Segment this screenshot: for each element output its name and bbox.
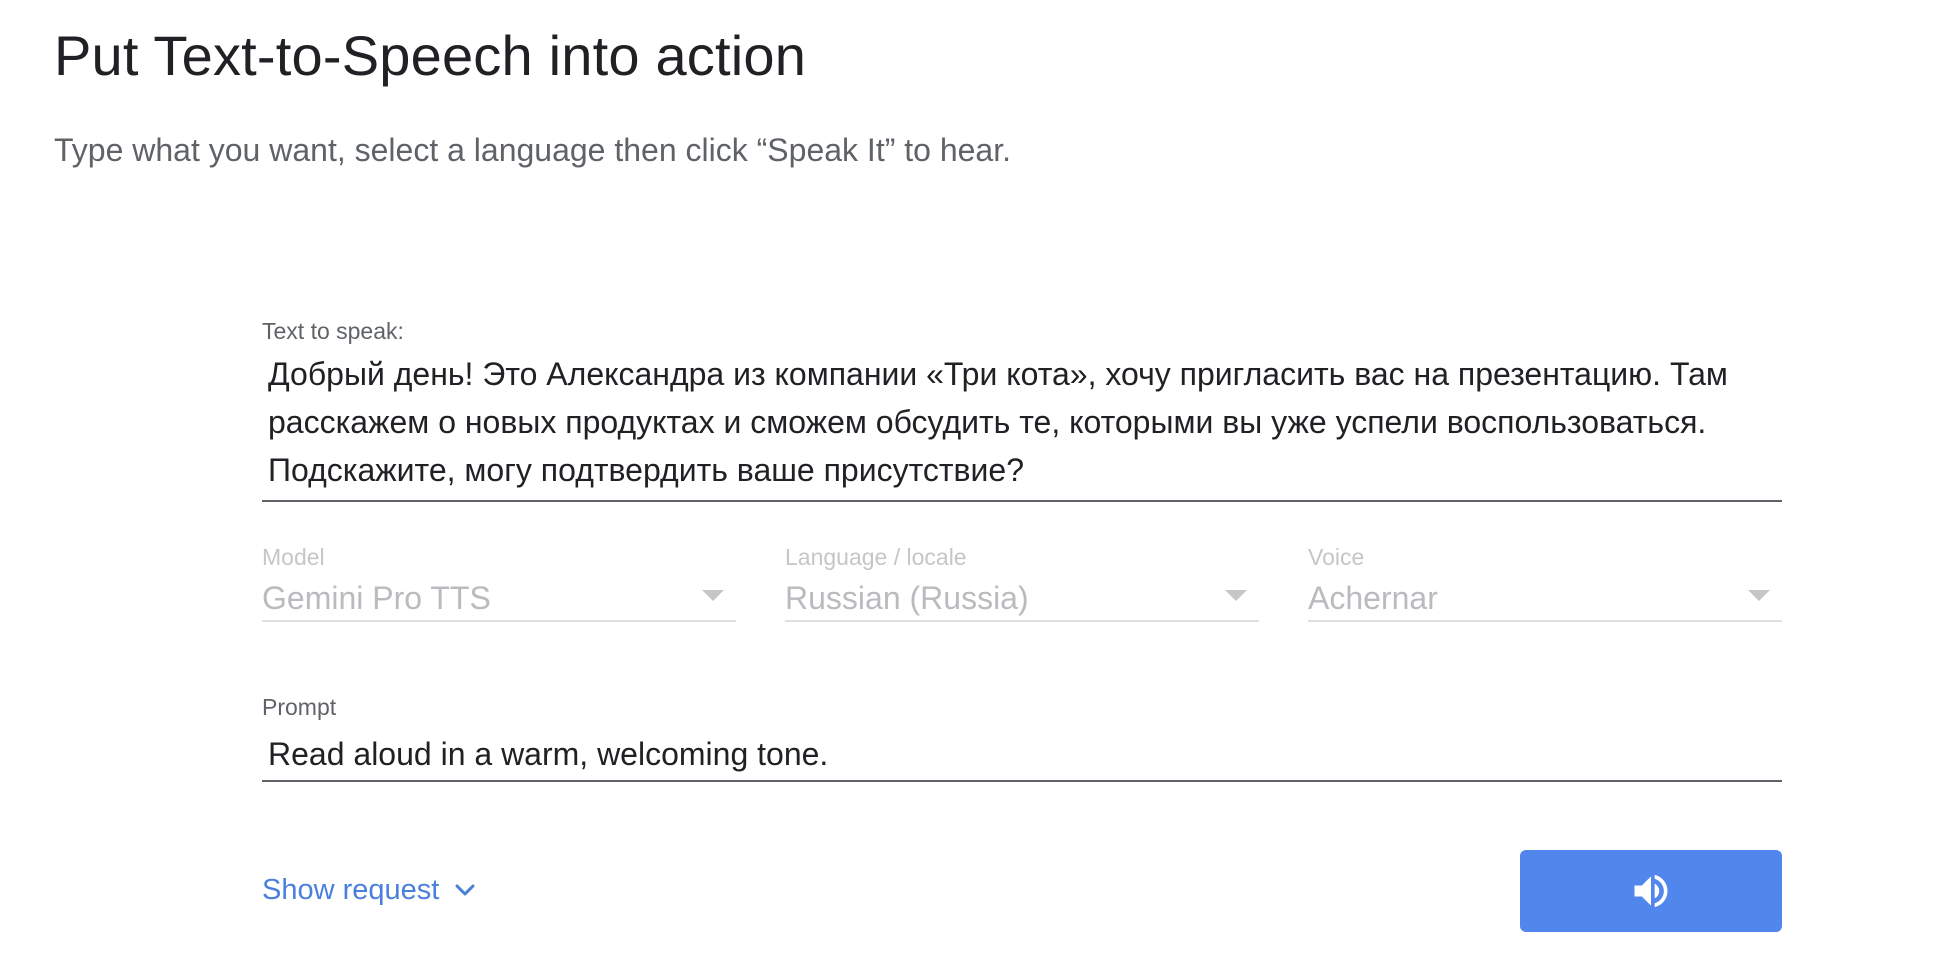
model-value[interactable]: Gemini Pro TTS xyxy=(262,578,491,618)
text-to-speak-input[interactable]: Добрый день! Это Александра из компании … xyxy=(262,350,1782,502)
voice-select-box[interactable]: Achernar xyxy=(1308,578,1782,622)
page-title: Put Text-to-Speech into action xyxy=(54,24,807,87)
model-label: Model xyxy=(262,544,325,570)
model-select[interactable]: Model Gemini Pro TTS xyxy=(262,542,736,622)
language-select-box[interactable]: Russian (Russia) xyxy=(785,578,1259,622)
dropdown-arrow-icon[interactable] xyxy=(1748,590,1770,601)
chevron-down-icon[interactable] xyxy=(453,878,477,902)
prompt-value[interactable]: Read aloud in a warm, welcoming tone. xyxy=(268,732,1782,776)
voice-select[interactable]: Voice Achernar xyxy=(1308,542,1782,622)
prompt-field: Prompt Read aloud in a warm, welcoming t… xyxy=(262,692,1782,782)
voice-label: Voice xyxy=(1308,544,1365,570)
prompt-input[interactable]: Read aloud in a warm, welcoming tone. xyxy=(262,732,1782,782)
select-row: Model Gemini Pro TTS Language / locale R… xyxy=(262,542,1782,632)
show-request-label[interactable]: Show request xyxy=(262,870,439,910)
show-request-link[interactable]: Show request xyxy=(262,870,477,910)
language-select[interactable]: Language / locale Russian (Russia) xyxy=(785,542,1259,622)
speaker-icon[interactable] xyxy=(1629,869,1673,913)
text-to-speak-label: Text to speak: xyxy=(262,318,404,344)
language-label: Language / locale xyxy=(785,544,967,570)
tts-form: Text to speak: Добрый день! Это Александ… xyxy=(262,316,1782,782)
page-subtitle: Type what you want, select a language th… xyxy=(54,132,1011,168)
text-to-speak-value[interactable]: Добрый день! Это Александра из компании … xyxy=(268,350,1782,494)
dropdown-arrow-icon[interactable] xyxy=(702,590,724,601)
language-value[interactable]: Russian (Russia) xyxy=(785,578,1029,618)
text-to-speak-field: Text to speak: Добрый день! Это Александ… xyxy=(262,316,1782,502)
dropdown-arrow-icon[interactable] xyxy=(1225,590,1247,601)
model-select-box[interactable]: Gemini Pro TTS xyxy=(262,578,736,622)
speak-it-button[interactable] xyxy=(1520,850,1782,932)
prompt-label: Prompt xyxy=(262,694,337,720)
voice-value[interactable]: Achernar xyxy=(1308,578,1438,618)
